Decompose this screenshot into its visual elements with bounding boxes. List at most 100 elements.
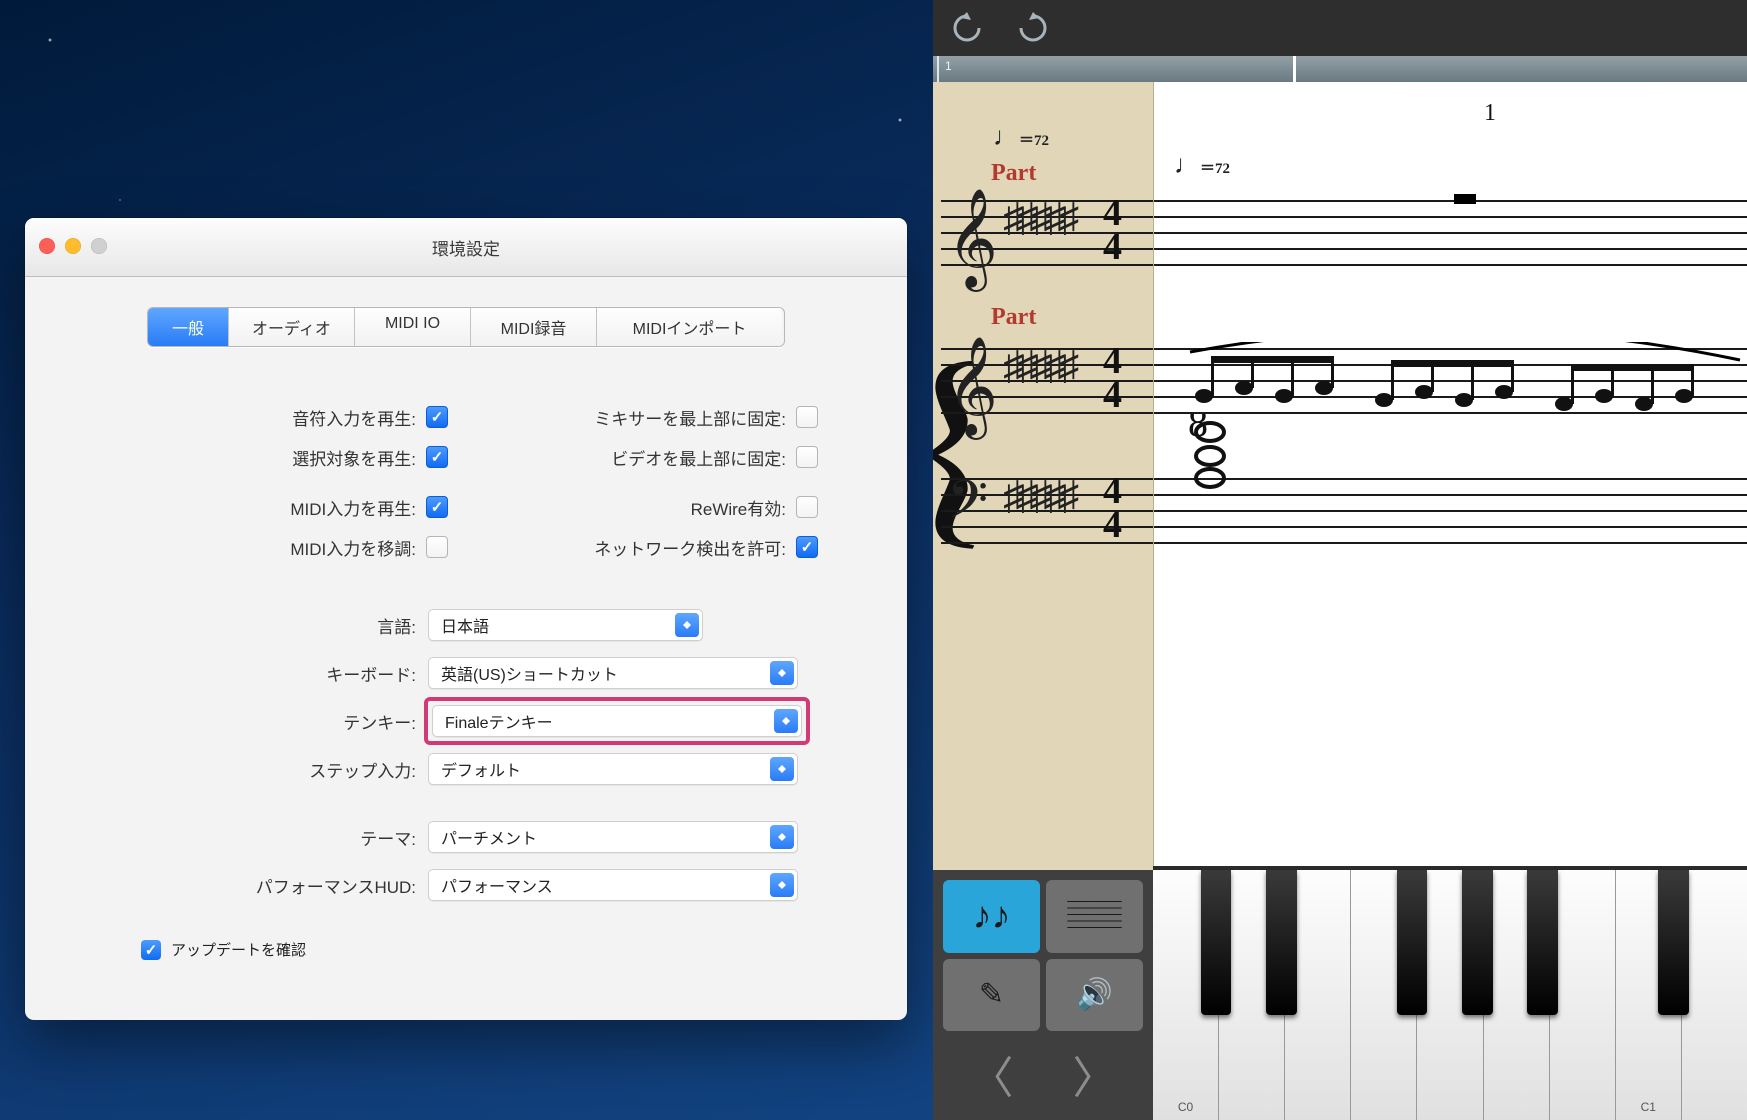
piano-key-black[interactable] <box>1266 870 1297 1015</box>
label-play-selection: 選択対象を再生: <box>61 445 426 470</box>
preferences-window: 環境設定 一般 オーディオ MIDI IO MIDI録音 MIDIインポート 音… <box>25 218 907 1018</box>
select-language-value: 日本語 <box>441 613 489 637</box>
select-theme[interactable]: パーチメント <box>428 821 798 853</box>
label-rewire: ReWire有効: <box>466 495 796 520</box>
select-language[interactable]: 日本語 <box>428 609 703 641</box>
redo-button[interactable] <box>1015 10 1051 46</box>
select-keyboard[interactable]: 英語(US)ショートカット <box>428 657 798 689</box>
measure-number: 1 <box>1484 100 1496 127</box>
eighth-note-run <box>1184 342 1744 432</box>
label-video-on-top: ビデオを最上部に固定: <box>466 445 796 470</box>
whole-rest-icon <box>1454 194 1476 204</box>
time-signature: 44 <box>1103 344 1122 412</box>
tab-general[interactable]: 一般 <box>148 308 228 346</box>
piano-keyboard[interactable]: C0 C1 <box>1153 866 1747 1120</box>
label-step-input: ステップ入力: <box>61 757 428 782</box>
label-check-updates: アップデートを確認 <box>171 939 306 960</box>
label-transpose-midi-input: MIDI入力を移調: <box>61 535 426 560</box>
next-button[interactable]: 〉 <box>1046 1037 1143 1110</box>
chevron-updown-icon <box>770 757 794 781</box>
window-title: 環境設定 <box>25 235 907 260</box>
piano-key-label: C0 <box>1153 1100 1218 1114</box>
entry-mode-controls: ♪♪ 𝄚𝄚 ✎ 🔊 〈 〉 <box>933 870 1153 1120</box>
label-play-midi-input: MIDI入力を再生: <box>61 495 426 520</box>
quarter-note-icon: ♩ <box>993 122 1019 151</box>
piano-key-black[interactable] <box>1658 870 1689 1015</box>
window-minimize-button[interactable] <box>65 238 81 254</box>
label-mixer-on-top: ミキサーを最上部に固定: <box>466 405 796 430</box>
sound-button[interactable]: 🔊 <box>1046 959 1143 1032</box>
checkbox-play-midi-input[interactable] <box>426 496 448 518</box>
select-step-input-value: デフォルト <box>441 757 521 781</box>
page-staff-3[interactable]: 8 <box>1154 478 1747 544</box>
label-numpad: テンキー: <box>61 709 428 734</box>
key-signature-sharps: ♯♯♯♯♯ <box>1003 472 1073 519</box>
time-signature: 44 <box>1103 196 1122 264</box>
window-close-button[interactable] <box>39 238 55 254</box>
piano-key-white[interactable] <box>1550 870 1616 1120</box>
piano-key-label: C1 <box>1616 1100 1681 1114</box>
chevron-updown-icon <box>675 613 699 637</box>
part-label-1: Part <box>991 160 1036 187</box>
highlight-box: Finaleテンキー <box>424 697 810 745</box>
checkbox-allow-network[interactable] <box>796 536 818 558</box>
label-language: 言語: <box>61 613 428 638</box>
label-keyboard: キーボード: <box>61 661 428 686</box>
checkbox-play-selection[interactable] <box>426 446 448 468</box>
checkbox-transpose-midi-input[interactable] <box>426 536 448 558</box>
tab-midi-import[interactable]: MIDIインポート <box>596 308 782 346</box>
label-theme: テーマ: <box>61 825 428 850</box>
staff-3-bass[interactable]: 𝄢 ♯♯♯♯♯ 44 <box>941 478 1153 544</box>
select-keyboard-value: 英語(US)ショートカット <box>441 661 618 685</box>
svg-text:8: 8 <box>1188 414 1208 445</box>
select-numpad-value: Finaleテンキー <box>445 709 553 733</box>
treble-clef-icon: 𝄞 <box>947 188 998 290</box>
quarter-note-icon: ♩ <box>1174 150 1200 179</box>
select-perf-hud-value: パフォーマンス <box>441 873 553 897</box>
label-perf-hud: パフォーマンスHUD: <box>61 873 428 898</box>
select-perf-hud[interactable]: パフォーマンス <box>428 869 798 901</box>
part-label-2: Part <box>991 304 1036 331</box>
label-play-note-entry: 音符入力を再生: <box>61 405 426 430</box>
piano-key-white[interactable] <box>1682 870 1747 1120</box>
checkbox-play-note-entry[interactable] <box>426 406 448 428</box>
piano-key-black[interactable] <box>1397 870 1428 1015</box>
bass-clef-icon: 𝄢 <box>947 470 988 544</box>
chevron-updown-icon <box>770 661 794 685</box>
pencil-button[interactable]: ✎ <box>943 959 1040 1032</box>
treble-clef-icon: 𝄞 <box>947 336 998 438</box>
chevron-updown-icon <box>774 709 798 733</box>
checkbox-rewire[interactable] <box>796 496 818 518</box>
page-staff-1[interactable] <box>1154 200 1747 266</box>
note-entry-button[interactable]: ♪♪ <box>943 880 1040 953</box>
window-zoom-button[interactable] <box>91 238 107 254</box>
ruler-marker: 1 <box>945 59 952 73</box>
select-step-input[interactable]: デフォルト <box>428 753 798 785</box>
piano-key-black[interactable] <box>1527 870 1558 1015</box>
chevron-updown-icon <box>770 825 794 849</box>
piano-key-black[interactable] <box>1201 870 1232 1015</box>
tab-midi-record[interactable]: MIDI録音 <box>470 308 596 346</box>
chord-entry-button[interactable]: 𝄚𝄚 <box>1046 880 1143 953</box>
app-toolbar <box>933 0 1747 56</box>
staff-2-treble[interactable]: 𝄞 ♯♯♯♯♯ 44 <box>941 348 1153 414</box>
checkbox-check-updates[interactable] <box>141 940 161 960</box>
checkbox-video-on-top[interactable] <box>796 446 818 468</box>
score-area: ♩＝72 Part 𝄞 ♯♯♯♯♯ 44 Part 𝄔 𝄞 ♯♯♯♯♯ 44 <box>933 82 1747 1120</box>
tab-audio[interactable]: オーディオ <box>228 308 354 346</box>
undo-button[interactable] <box>949 10 985 46</box>
piano-key-black[interactable] <box>1462 870 1493 1015</box>
select-numpad[interactable]: Finaleテンキー <box>432 705 802 737</box>
preferences-tabs: 一般 オーディオ MIDI IO MIDI録音 MIDIインポート <box>147 307 785 347</box>
select-theme-value: パーチメント <box>441 825 537 849</box>
timeline-ruler[interactable]: 1 <box>933 56 1747 82</box>
prev-button[interactable]: 〈 <box>943 1037 1040 1110</box>
chevron-updown-icon <box>770 873 794 897</box>
staff-1-treble[interactable]: 𝄞 ♯♯♯♯♯ 44 <box>941 200 1153 266</box>
tab-midi-io[interactable]: MIDI IO <box>354 308 470 346</box>
page-staff-2[interactable] <box>1154 348 1747 414</box>
whole-note-chord: 8 <box>1182 414 1252 524</box>
tempo-marking-page: ♩＝72 <box>1174 150 1230 180</box>
key-signature-sharps: ♯♯♯♯♯ <box>1003 194 1073 241</box>
checkbox-mixer-on-top[interactable] <box>796 406 818 428</box>
